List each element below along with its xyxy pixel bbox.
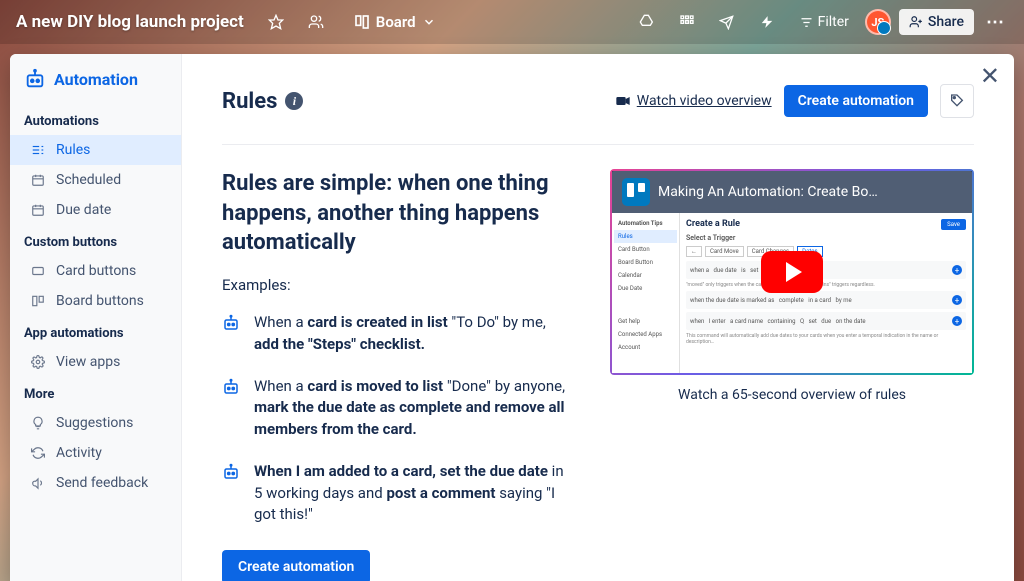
- view-switcher[interactable]: Board: [344, 9, 446, 35]
- video-camera-icon: [615, 93, 631, 109]
- play-button-icon[interactable]: [761, 251, 823, 293]
- filter-label: Filter: [818, 14, 849, 30]
- intro-heading: Rules are simple: when one thing happens…: [222, 169, 574, 258]
- sidebar-item-label: Send feedback: [56, 475, 148, 491]
- robot-icon: [222, 378, 242, 441]
- chevron-down-icon: [422, 15, 436, 29]
- video-title: Making An Automation: Create Bo…: [658, 184, 878, 200]
- sidebar-heading: More: [10, 377, 181, 408]
- sidebar-item-label: Card buttons: [56, 263, 136, 279]
- example-item: When a card is moved to list "Done" by a…: [222, 376, 574, 441]
- star-icon[interactable]: [260, 6, 292, 38]
- automation-sidebar: Automation Automations Rules Scheduled Due …: [10, 54, 182, 581]
- automation-modal: ✕ Automation Automations Rules Scheduled Du…: [10, 54, 1014, 581]
- sidebar-item-label: Rules: [56, 142, 90, 158]
- example-item: When a card is created in list "To Do" b…: [222, 312, 574, 356]
- sidebar-heading: App automations: [10, 316, 181, 347]
- sidebar-title: Automation: [10, 68, 181, 104]
- board-icon: [354, 14, 370, 30]
- view-label: Board: [376, 13, 416, 31]
- video-caption: Watch a 65-second overview of rules: [610, 387, 974, 403]
- examples-label: Examples:: [222, 276, 574, 294]
- share-button[interactable]: Share: [899, 9, 974, 35]
- sidebar-item-activity[interactable]: Activity: [10, 438, 181, 468]
- calendar-icon: [30, 202, 46, 218]
- watch-video-link[interactable]: Watch video overview: [615, 93, 772, 109]
- sidebar-item-scheduled[interactable]: Scheduled: [10, 165, 181, 195]
- tag-icon: [949, 93, 965, 109]
- robot-icon: [222, 314, 242, 356]
- close-button[interactable]: ✕: [980, 62, 1000, 90]
- cycle-icon: [30, 445, 46, 461]
- tags-button[interactable]: [940, 84, 974, 118]
- board-icon: [30, 293, 46, 309]
- gear-icon: [30, 354, 46, 370]
- calendar-icon: [30, 172, 46, 188]
- sidebar-item-rules[interactable]: Rules: [10, 135, 181, 165]
- drive-icon[interactable]: [631, 6, 663, 38]
- info-icon[interactable]: i: [285, 92, 303, 110]
- board-topbar: A new DIY blog launch project Board Filt…: [0, 0, 1024, 44]
- card-icon: [30, 263, 46, 279]
- sidebar-item-card-buttons[interactable]: Card buttons: [10, 256, 181, 286]
- modal-content: Rules i Watch video overview Create auto…: [182, 54, 1014, 581]
- board-title: A new DIY blog launch project: [16, 12, 244, 32]
- user-avatar[interactable]: JS: [865, 9, 891, 35]
- send-icon[interactable]: [711, 6, 743, 38]
- sidebar-item-send-feedback[interactable]: Send feedback: [10, 468, 181, 498]
- sidebar-item-label: Due date: [56, 202, 111, 218]
- sidebar-item-label: View apps: [56, 354, 120, 370]
- sidebar-item-label: Suggestions: [56, 415, 133, 431]
- share-person-icon: [909, 15, 923, 29]
- trello-logo-icon: [622, 178, 650, 206]
- filter-button[interactable]: Filter: [791, 10, 857, 34]
- sidebar-item-label: Scheduled: [56, 172, 121, 188]
- sidebar-item-label: Activity: [56, 445, 102, 461]
- filter-icon: [799, 15, 814, 30]
- example-item: When I am added to a card, set the due d…: [222, 461, 574, 526]
- page-title: Rules i: [222, 89, 303, 114]
- more-menu[interactable]: ⋯: [982, 12, 1008, 33]
- robot-icon: [222, 463, 242, 526]
- sidebar-heading: Custom buttons: [10, 225, 181, 256]
- create-automation-button[interactable]: Create automation: [784, 85, 928, 117]
- sidebar-item-label: Board buttons: [56, 293, 144, 309]
- share-label: Share: [928, 14, 964, 30]
- bulb-icon: [30, 415, 46, 431]
- automation-icon[interactable]: [751, 6, 783, 38]
- megaphone-icon: [30, 475, 46, 491]
- robot-icon: [24, 68, 46, 90]
- sidebar-item-suggestions[interactable]: Suggestions: [10, 408, 181, 438]
- rules-icon: [30, 142, 46, 158]
- create-automation-secondary[interactable]: Create automation: [222, 550, 370, 581]
- slack-icon[interactable]: [671, 6, 703, 38]
- members-icon[interactable]: [300, 6, 332, 38]
- sidebar-item-board-buttons[interactable]: Board buttons: [10, 286, 181, 316]
- video-thumbnail[interactable]: Making An Automation: Create Bo… Automat…: [610, 169, 974, 375]
- sidebar-heading: Automations: [10, 104, 181, 135]
- sidebar-item-view-apps[interactable]: View apps: [10, 347, 181, 377]
- sidebar-item-due-date[interactable]: Due date: [10, 195, 181, 225]
